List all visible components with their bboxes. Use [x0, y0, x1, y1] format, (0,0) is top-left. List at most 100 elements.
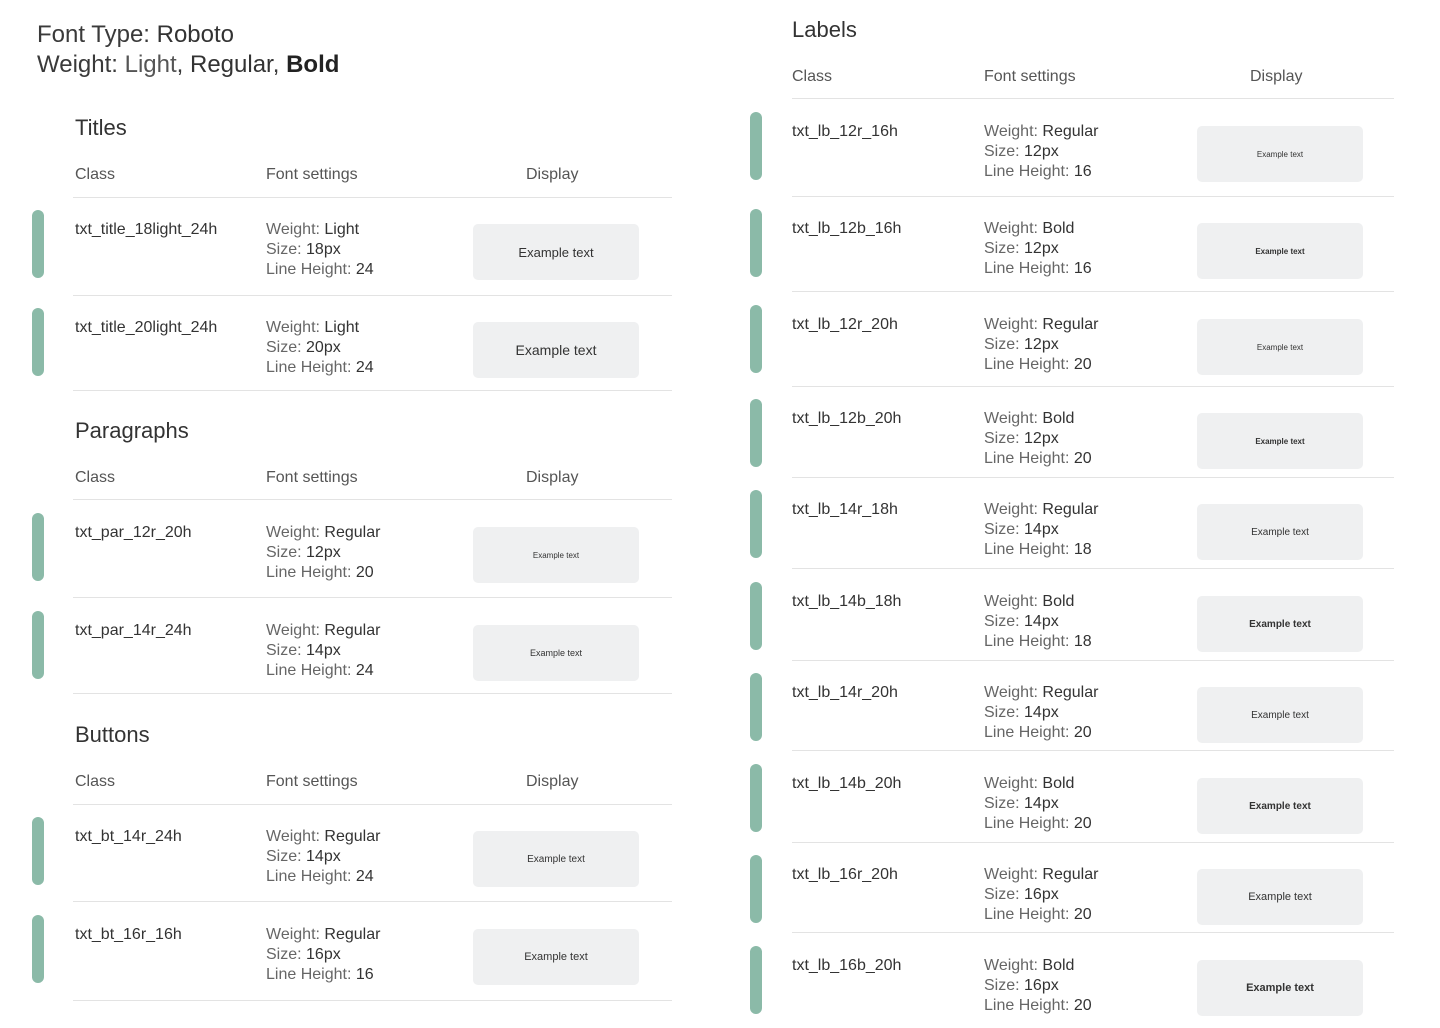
row-divider — [792, 660, 1394, 661]
example-text: Example text — [1255, 436, 1305, 446]
row-font-settings: Weight: Regular Size: 12px Line Height: 20 — [266, 523, 380, 583]
header-divider — [73, 804, 672, 805]
setting-value: 14px — [1024, 795, 1059, 812]
weight-label: Weight: — [37, 51, 125, 78]
example-text-chip: Example text — [473, 322, 639, 378]
row-font-settings: Weight: Bold Size: 14px Line Height: 20 — [984, 774, 1092, 834]
setting-label: Weight: — [266, 828, 325, 845]
weight-line: Weight: Light, Regular, Bold — [37, 50, 339, 80]
setting-size: Size: 20px — [266, 338, 374, 358]
setting-line-height: Line Height: 18 — [984, 632, 1092, 652]
setting-label: Weight: — [984, 410, 1043, 427]
setting-value: Bold — [1042, 220, 1075, 237]
font-type-value: Roboto — [156, 21, 235, 48]
setting-label: Line Height: — [984, 997, 1074, 1014]
setting-weight: Weight: Regular — [984, 865, 1098, 885]
row-class-name: txt_lb_14b_20h — [792, 775, 902, 792]
column-header-display: Display — [526, 469, 579, 486]
column-header-font-settings: Font settings — [266, 469, 358, 486]
setting-line-height: Line Height: 20 — [984, 449, 1092, 469]
setting-label: Line Height: — [266, 662, 356, 679]
row-divider — [792, 477, 1394, 478]
setting-value: Bold — [1042, 410, 1075, 427]
setting-label: Weight: — [266, 319, 325, 336]
setting-value: 12px — [306, 544, 341, 561]
example-text-chip: Example text — [1197, 869, 1363, 925]
section-title-titles: Titles — [75, 115, 127, 140]
setting-label: Weight: — [266, 221, 325, 238]
row-font-settings: Weight: Regular Size: 12px Line Height: 20 — [984, 315, 1098, 375]
setting-value: 20 — [1073, 356, 1092, 373]
setting-label: Size: — [984, 886, 1025, 903]
setting-value: Bold — [1042, 775, 1075, 792]
column-header-class: Class — [792, 68, 833, 85]
row-accent-bar — [32, 817, 44, 885]
setting-label: Line Height: — [984, 450, 1074, 467]
setting-label: Line Height: — [984, 815, 1074, 832]
row-font-settings: Weight: Regular Size: 12px Line Height: 16 — [984, 122, 1098, 182]
setting-value: Regular — [324, 524, 381, 541]
setting-line-height: Line Height: 24 — [266, 661, 380, 681]
row-divider — [792, 291, 1394, 292]
example-text: Example text — [1256, 149, 1304, 159]
row-class-name: txt_par_14r_24h — [75, 622, 192, 639]
row-class-name: txt_lb_14r_18h — [792, 501, 898, 518]
example-text: Example text — [1248, 891, 1312, 903]
setting-value: 24 — [355, 868, 374, 885]
setting-value: 16 — [1073, 163, 1092, 180]
example-text: Example text — [1246, 982, 1314, 994]
setting-weight: Weight: Bold — [984, 592, 1092, 612]
row-divider — [792, 568, 1394, 569]
row-font-settings: Weight: Regular Size: 14px Line Height: 20 — [984, 683, 1098, 743]
setting-label: Size: — [984, 977, 1025, 994]
setting-label: Size: — [266, 241, 307, 258]
setting-weight: Weight: Regular — [984, 122, 1098, 142]
setting-value: 20 — [1073, 815, 1092, 832]
row-accent-bar — [32, 611, 44, 679]
setting-size: Size: 14px — [266, 641, 380, 661]
setting-label: Weight: — [984, 593, 1043, 610]
row-accent-bar — [750, 209, 762, 277]
row-class-name: txt_lb_16b_20h — [792, 957, 902, 974]
setting-value: 20 — [1073, 724, 1092, 741]
setting-label: Weight: — [984, 866, 1043, 883]
setting-line-height: Line Height: 24 — [266, 260, 374, 280]
row-divider — [792, 932, 1394, 933]
row-accent-bar — [32, 210, 44, 278]
setting-size: Size: 14px — [984, 703, 1098, 723]
setting-label: Line Height: — [984, 260, 1074, 277]
setting-size: Size: 16px — [984, 976, 1092, 996]
setting-label: Size: — [984, 240, 1025, 257]
example-text-chip: Example text — [1197, 126, 1363, 182]
row-class-name: txt_bt_14r_24h — [75, 828, 182, 845]
setting-value: Light — [324, 319, 360, 336]
setting-label: Line Height: — [984, 724, 1074, 741]
setting-line-height: Line Height: 20 — [984, 355, 1098, 375]
font-type-label: Font Type: — [37, 21, 157, 48]
setting-label: Size: — [266, 544, 307, 561]
row-class-name: txt_lb_14b_18h — [792, 593, 902, 610]
row-divider — [73, 597, 672, 598]
row-font-settings: Weight: Regular Size: 14px Line Height: 18 — [984, 500, 1098, 560]
row-accent-bar — [32, 513, 44, 581]
setting-line-height: Line Height: 16 — [984, 162, 1098, 182]
section-title-buttons: Buttons — [75, 722, 150, 747]
setting-weight: Weight: Light — [266, 220, 374, 240]
row-font-settings: Weight: Regular Size: 14px Line Height: 24 — [266, 621, 380, 681]
row-divider — [73, 1000, 672, 1001]
row-class-name: txt_bt_16r_16h — [75, 926, 182, 943]
example-text-chip: Example text — [1197, 223, 1363, 279]
setting-weight: Weight: Bold — [984, 219, 1092, 239]
example-text-chip: Example text — [1197, 778, 1363, 834]
header-divider — [73, 197, 672, 198]
setting-value: 18px — [306, 241, 341, 258]
row-divider — [792, 386, 1394, 387]
setting-value: 24 — [355, 359, 374, 376]
example-text: Example text — [1249, 618, 1311, 630]
weight-regular: Regular — [190, 51, 273, 78]
setting-label: Weight: — [984, 684, 1043, 701]
setting-label: Size: — [984, 143, 1025, 160]
setting-line-height: Line Height: 20 — [984, 905, 1098, 925]
setting-weight: Weight: Regular — [266, 827, 380, 847]
setting-label: Size: — [266, 642, 307, 659]
